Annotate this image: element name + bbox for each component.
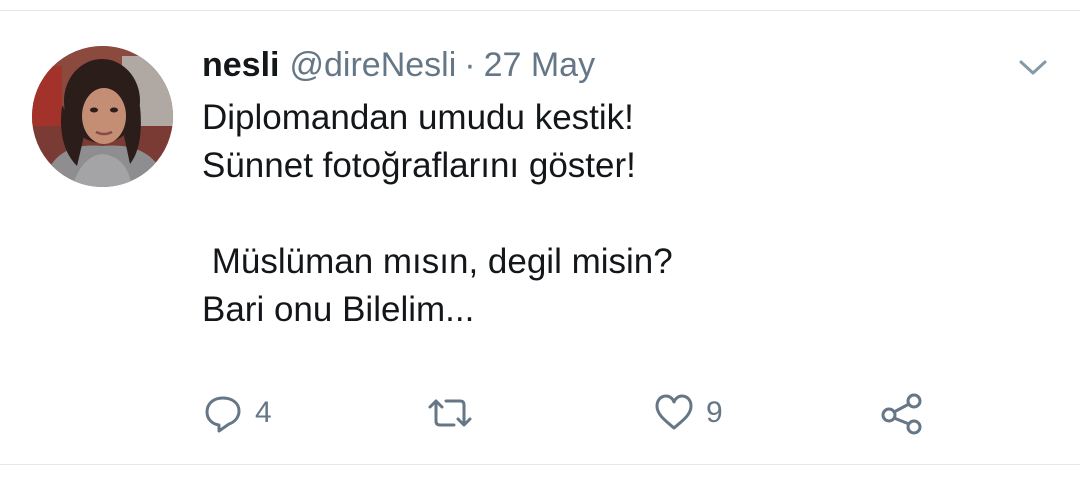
- tweet-header: nesli @direNesli · 27 May: [202, 42, 595, 88]
- separator-dot: ·: [464, 46, 476, 84]
- reply-icon: [205, 396, 241, 433]
- share-icon: [881, 393, 922, 435]
- heart-icon: [655, 394, 693, 430]
- like-count: 9: [706, 396, 723, 429]
- avatar[interactable]: [32, 46, 173, 187]
- display-name[interactable]: nesli: [202, 42, 279, 88]
- reply-count: 4: [255, 396, 272, 429]
- retweet-button[interactable]: [424, 388, 488, 438]
- top-divider: [0, 10, 1080, 11]
- tweet-text: Diplomandan umudu kestik! Sünnet fotoğra…: [202, 98, 673, 329]
- more-menu-button[interactable]: [1016, 54, 1050, 80]
- reply-button[interactable]: 4: [203, 388, 272, 438]
- chevron-down-icon: [1019, 60, 1047, 75]
- bottom-divider: [0, 464, 1080, 465]
- action-bar: 4 9: [0, 388, 1080, 438]
- user-handle[interactable]: @direNesli: [289, 42, 456, 88]
- profile-photo: [32, 46, 173, 187]
- tweet-date[interactable]: 27 May: [484, 42, 596, 88]
- share-button[interactable]: [880, 388, 924, 438]
- retweet-icon: [428, 399, 472, 427]
- like-button[interactable]: 9: [654, 388, 723, 438]
